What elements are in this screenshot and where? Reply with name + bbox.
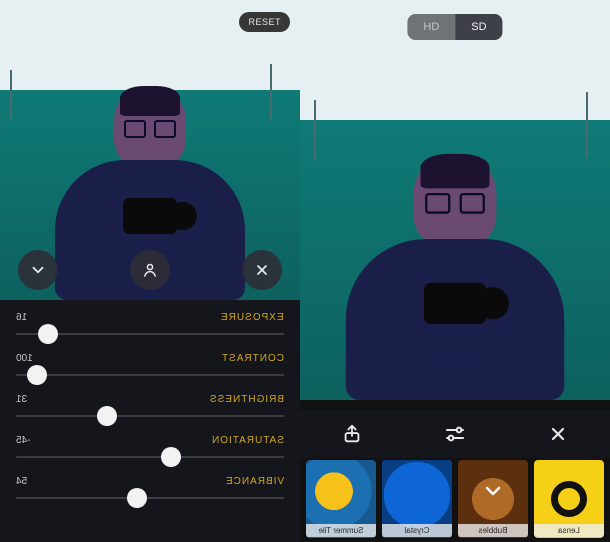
slider-saturation: -45 SATURATION [16,435,284,468]
close-icon [254,262,270,278]
photo-preview-left: RESET [0,0,300,300]
slider-thumb[interactable] [27,365,47,385]
close-icon [548,424,568,444]
slider-track[interactable] [16,364,284,386]
sliders-icon [443,422,467,446]
slider-brightness: 31 BRIGHTNESS [16,394,284,427]
filter-label: Summer Tile [306,524,376,537]
filter-summer-tile[interactable]: Summer Tile [306,460,376,538]
filter-crystal[interactable]: Crystal [382,460,452,538]
quality-toggle: HD SD [407,14,502,40]
chevron-down-icon [29,261,47,279]
slider-thumb[interactable] [38,324,58,344]
slider-label: SATURATION [211,435,284,446]
slider-label: CONTRAST [221,353,284,364]
filter-select-pane: HD SD Summer Tile Crystal Bubbles Lensa [300,0,610,542]
chevron-down-icon [481,479,505,503]
slider-exposure: 16 EXPOSURE [16,312,284,345]
photo-preview-right [300,0,610,400]
filter-label: Crystal [382,524,452,537]
slider-thumb[interactable] [161,447,181,467]
person-icon [141,261,159,279]
share-button[interactable] [337,419,367,449]
filter-label: Lensa [534,524,604,537]
slider-track[interactable] [16,323,284,345]
reset-button[interactable]: RESET [239,12,290,32]
slider-value: -45 [16,435,30,446]
slider-thumb[interactable] [97,406,117,426]
expand-button[interactable] [18,250,58,290]
quality-hd[interactable]: HD [407,14,455,40]
slider-value: 31 [16,394,27,405]
slider-thumb[interactable] [127,488,147,508]
slider-label: VIBRANCE [225,476,284,487]
slider-contrast: 100 CONTRAST [16,353,284,386]
close-button[interactable] [543,419,573,449]
slider-value: 54 [16,476,27,487]
slider-track[interactable] [16,487,284,509]
subject-mask-button[interactable] [130,250,170,290]
edit-adjust-pane: RESET [0,0,300,542]
action-row [300,410,610,458]
filter-lensa[interactable]: Lensa [534,460,604,538]
slider-track[interactable] [16,446,284,468]
quality-sd[interactable]: SD [455,14,502,40]
slider-value: 16 [16,312,27,323]
close-adjust-button[interactable] [242,250,282,290]
slider-value: 100 [16,353,33,364]
adjust-button[interactable] [440,419,470,449]
filter-carousel[interactable]: Summer Tile Crystal Bubbles Lensa [306,460,604,538]
filter-label: Bubbles [458,524,528,537]
slider-label: EXPOSURE [220,312,284,323]
filter-bubbles[interactable]: Bubbles [458,460,528,538]
slider-label: BRIGHTNESS [209,394,284,405]
share-icon [341,423,363,445]
adjust-sliders-panel: 16 EXPOSURE 100 CONTRAST 31 BRIGHTNESS -45 SATU… [0,300,300,542]
slider-track[interactable] [16,405,284,427]
slider-vibrance: 54 VIBRANCE [16,476,284,509]
